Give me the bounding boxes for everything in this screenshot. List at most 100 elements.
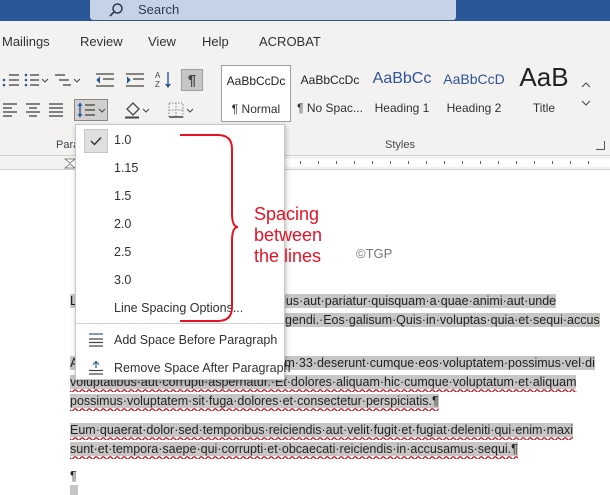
ruler-tick xyxy=(318,161,319,164)
pilcrow-icon: ¶ xyxy=(187,71,197,89)
decrease-indent-button[interactable] xyxy=(92,69,118,91)
chevron-up-icon xyxy=(581,81,591,87)
sort-icon: A Z xyxy=(155,71,171,89)
justify-button[interactable] xyxy=(46,99,66,121)
search-box[interactable]: Search xyxy=(90,0,456,20)
styles-dialog-launcher-icon[interactable] xyxy=(596,141,605,150)
tab-acrobat[interactable]: ACROBAT xyxy=(259,34,321,49)
ruler-tick xyxy=(390,161,391,164)
align-left-button[interactable] xyxy=(0,99,20,121)
align-center-button[interactable] xyxy=(22,99,44,121)
style-name: Heading 1 xyxy=(374,101,430,115)
checkmark-icon xyxy=(90,137,102,146)
annotation-line: between xyxy=(254,225,323,245)
tab-help[interactable]: Help xyxy=(202,34,229,49)
ruler-tick xyxy=(426,161,427,164)
style-sample: AaBbCcDc xyxy=(226,74,286,88)
style-sample: AaBbCcDc xyxy=(300,73,360,87)
style-sample: AaB xyxy=(519,62,569,92)
empty-paragraph-mark: ¶ xyxy=(70,469,77,483)
decrease-indent-icon xyxy=(96,73,114,87)
tab-mailings[interactable]: Mailings xyxy=(2,34,50,49)
align-left-icon xyxy=(3,103,17,117)
red-bracket-annotation xyxy=(180,134,239,322)
spacing-option-label: 2.5 xyxy=(114,245,132,259)
text-line: sunt·et·tempora·saepe·qui·corrupti·et·ob… xyxy=(70,442,518,456)
annotation-line: Spacing xyxy=(254,204,320,224)
svg-text:A: A xyxy=(155,71,161,80)
line-spacing-button[interactable] xyxy=(74,99,108,121)
paint-bucket-icon xyxy=(125,102,150,119)
style-heading-1[interactable]: AaBbCc Heading 1 xyxy=(367,65,437,122)
remove-space-after-label: Remove Space After Paragraph xyxy=(114,361,291,375)
selected-indicator xyxy=(84,129,108,153)
style-name: ¶ No Spac... xyxy=(297,101,363,115)
selection-end xyxy=(70,485,78,495)
add-space-before-label: Add Space Before Paragraph xyxy=(114,333,278,347)
shading-button[interactable] xyxy=(122,99,152,121)
style-no-spacing[interactable]: AaBbCcDc ¶ No Spac... xyxy=(295,65,365,122)
add-space-before-item[interactable]: Add Space Before Paragraph xyxy=(76,327,284,353)
show-formatting-marks-button[interactable]: ¶ xyxy=(181,69,203,91)
ruler-tick xyxy=(516,161,517,164)
ruler-tick xyxy=(444,161,445,164)
spacing-option-label: 1.0 xyxy=(114,133,132,147)
line-spacing-icon xyxy=(77,102,106,118)
ruler-tick xyxy=(408,161,409,164)
sort-button[interactable]: A Z xyxy=(152,69,176,91)
style-name: ¶ Normal xyxy=(231,102,281,116)
numbering-button[interactable] xyxy=(0,69,22,91)
style-name: Title xyxy=(532,101,556,115)
search-icon xyxy=(109,3,123,17)
ruler-tick xyxy=(300,161,301,164)
text-line: possimus·voluptatem·sit·fuga·dolores·et·… xyxy=(70,394,439,408)
justify-icon xyxy=(49,103,63,117)
tab-review[interactable]: Review xyxy=(80,34,123,49)
paragraph-3[interactable]: Eum·quaerat·dolor·sed·temporibus·reicien… xyxy=(70,421,610,459)
ruler-tick xyxy=(498,161,499,164)
paragraph-toolbar-row-1: A Z ¶ xyxy=(0,69,215,91)
text-line: Eum·quaerat·dolor·sed·temporibus·reicien… xyxy=(70,423,573,437)
remove-space-after-item[interactable]: Remove Space After Paragraph xyxy=(76,355,291,381)
search-label: Search xyxy=(138,2,180,17)
ruler-tick xyxy=(336,161,337,164)
ribbon-tabs: Mailings Review View Help ACROBAT xyxy=(0,34,610,54)
style-normal[interactable]: AaBbCcDc ¶ Normal xyxy=(221,65,291,122)
bullets-button[interactable] xyxy=(22,69,50,91)
align-center-icon xyxy=(26,103,40,117)
numbering-icon xyxy=(2,74,19,87)
paragraph-toolbar-row-2 xyxy=(0,99,215,121)
spacing-option-label: 1.15 xyxy=(114,161,139,175)
style-sample: AaBbCcD xyxy=(443,71,505,87)
styles-scroll[interactable] xyxy=(579,65,593,122)
title-bar: Search xyxy=(0,0,610,21)
watermark: ©TGP xyxy=(356,246,393,261)
remove-space-after-icon xyxy=(89,360,103,375)
styles-gallery: AaBbCcDc ¶ Normal AaBbCcDc ¶ No Spac... … xyxy=(221,62,593,122)
annotation-text: Spacing between the lines xyxy=(254,204,322,267)
chevron-down-icon xyxy=(581,100,591,106)
ruler-tick xyxy=(552,161,553,164)
style-heading-2[interactable]: AaBbCcD Heading 2 xyxy=(439,65,509,122)
ruler-tick xyxy=(588,161,589,164)
increase-indent-button[interactable] xyxy=(122,69,148,91)
style-sample: AaBbCc xyxy=(372,70,432,87)
multilevel-list-button[interactable] xyxy=(52,69,82,91)
add-space-before-icon xyxy=(89,333,103,347)
borders-button[interactable] xyxy=(166,99,196,121)
multilevel-list-icon xyxy=(55,74,81,86)
ruler-tick xyxy=(354,161,355,164)
ruler-tick xyxy=(534,161,535,164)
annotation-line: the lines xyxy=(254,246,322,266)
style-title[interactable]: AaB Title xyxy=(509,62,579,122)
ruler-tick xyxy=(570,161,571,164)
bullets-icon xyxy=(24,73,49,87)
ruler-tick xyxy=(462,161,463,164)
svg-text:Z: Z xyxy=(155,80,160,89)
spacing-option-label: 2.0 xyxy=(114,217,132,231)
styles-group-label: Styles xyxy=(385,139,415,151)
style-name: Heading 2 xyxy=(446,101,502,115)
tab-view[interactable]: View xyxy=(148,34,176,49)
borders-icon xyxy=(168,102,194,118)
ruler-tick xyxy=(480,161,481,164)
